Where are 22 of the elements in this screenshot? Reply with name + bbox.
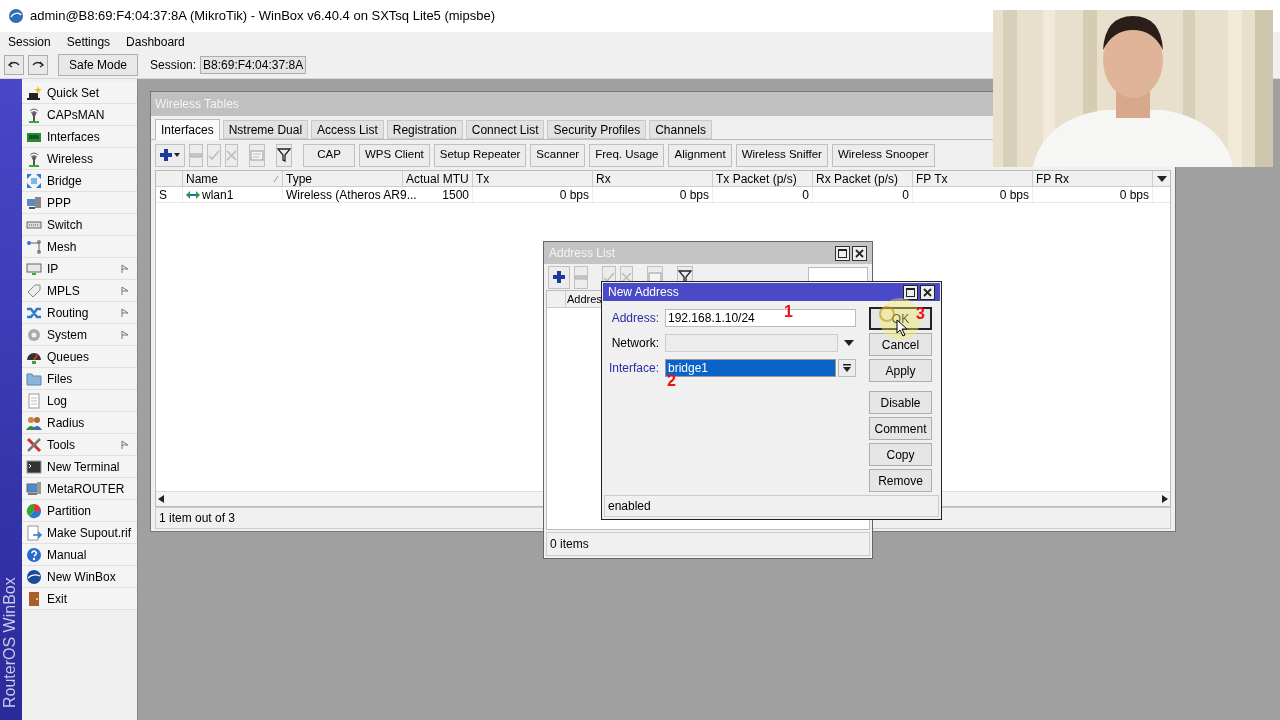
table-cell-text: 0 bps — [559, 186, 589, 204]
session-field: B8:69:F4:04:37:8A — [200, 55, 307, 74]
table-cell-text: 0 — [902, 186, 909, 204]
table-cell-text: 0 bps — [1119, 186, 1149, 204]
sidebar-brand: RouterOS WinBox — [0, 576, 19, 708]
session-label: Session: — [150, 56, 197, 74]
field-label: Address: — [610, 310, 659, 327]
status-text: 0 items — [550, 536, 589, 553]
table-cell-text: S — [159, 186, 167, 204]
field-label: Network: — [610, 335, 659, 352]
table-cell-text: 0 bps — [999, 186, 1029, 204]
table-cell-text: 1500 — [442, 186, 469, 204]
window-title: admin@B8:69:F4:04:37:8A (MikroTik) - WinBox v6.40.4 on SXTsq Lite5 (mipsbe) — [30, 7, 496, 26]
field-label: Interface: — [607, 360, 659, 377]
annotation-number: 3 — [916, 306, 925, 322]
table-cell-text: wlan1 — [202, 186, 234, 204]
table-cell-text: 0 bps — [679, 186, 709, 204]
table-cell-text: Wireless (Atheros AR9... — [286, 186, 417, 204]
status-text: enabled — [608, 498, 651, 515]
status-text: 1 item out of 3 — [159, 510, 236, 527]
dialog-title: New Address — [608, 284, 680, 301]
table-cell-text: 0 — [802, 186, 809, 204]
